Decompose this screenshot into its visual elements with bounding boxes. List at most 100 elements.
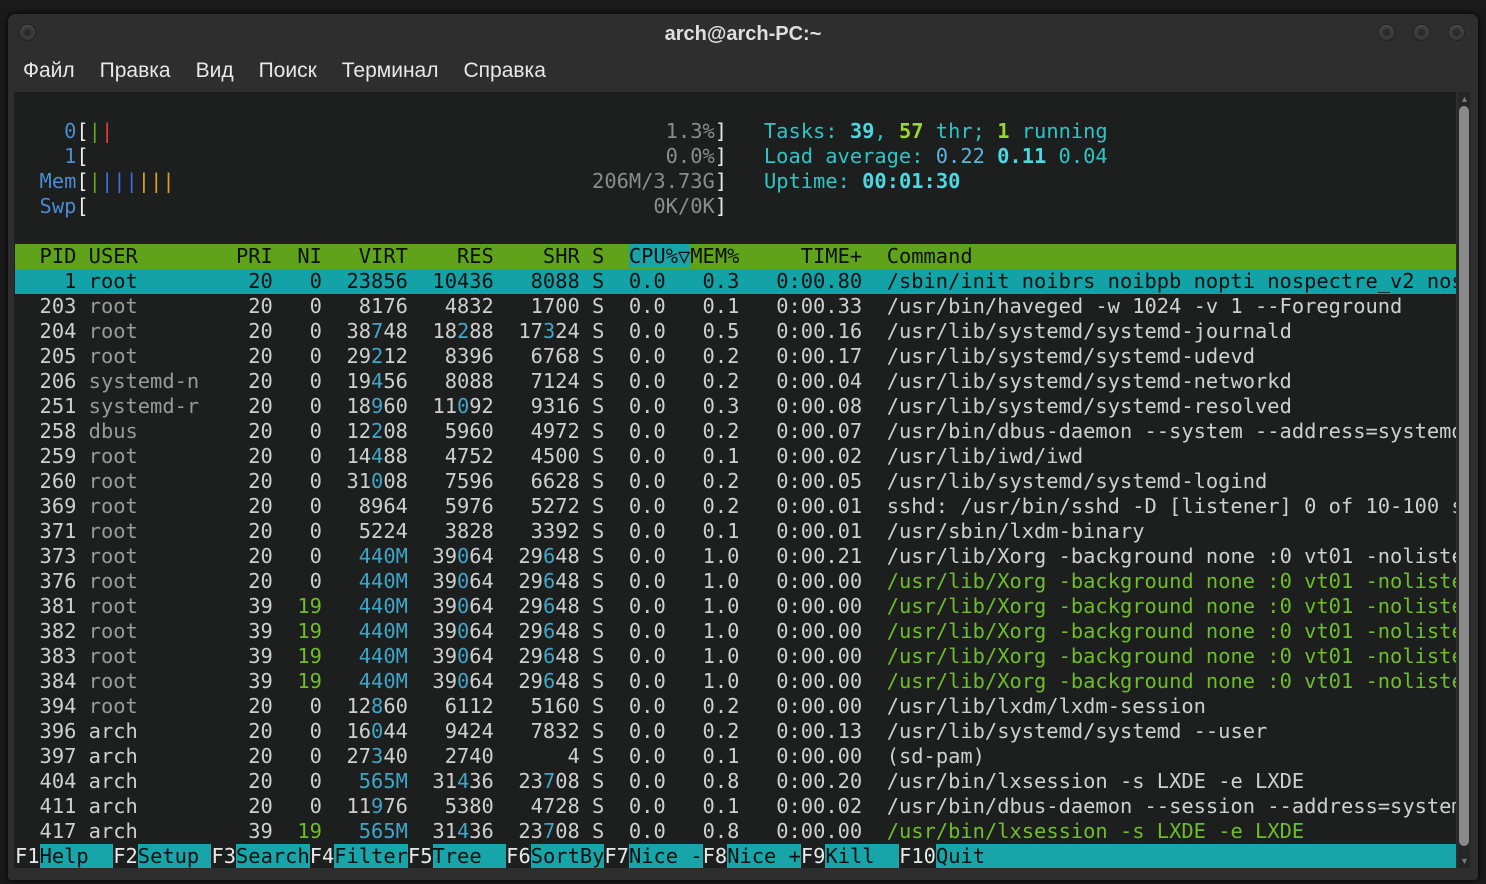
ni-cell: 19 — [272, 819, 322, 843]
user-cell: root — [88, 319, 212, 343]
fkey-f4-label[interactable]: Filter — [334, 844, 408, 868]
res-cell-lo: 64 — [469, 644, 494, 668]
virt-cell-hi: 9 — [371, 794, 384, 818]
command-cell: /usr/lib/Xorg -background none :0 vt01 -… — [886, 544, 1456, 568]
column-header-cpu-pct: CPU%▽ — [628, 244, 691, 268]
menu-edit[interactable]: Правка — [85, 58, 181, 88]
fkey-f3-label[interactable]: Search — [236, 844, 310, 868]
state-cell: S — [579, 319, 605, 343]
table-row[interactable]: 383 root 39 19 440M 39064 29648 S 0.0 1.… — [15, 644, 1456, 669]
menu-view[interactable]: Вид — [181, 58, 244, 88]
table-row[interactable]: 397 arch 20 0 27340 2740 4 S 0.0 0.1 0:0… — [15, 744, 1456, 769]
table-row[interactable]: 369 root 20 0 8964 5976 5272 S 0.0 0.2 0… — [15, 494, 1456, 519]
pid-cell: 396 — [15, 719, 89, 743]
pri-cell: 20 — [211, 469, 273, 493]
running-label: running — [1009, 119, 1108, 143]
mem-cell: 0.1 — [665, 744, 740, 768]
fkey-f9-label[interactable]: Kill — [825, 844, 900, 868]
pid-cell: 206 — [15, 369, 89, 393]
virt-cell-lo: 60 — [383, 394, 408, 418]
table-row[interactable]: 260 root 20 0 31008 7596 6628 S 0.0 0.2 … — [15, 469, 1456, 494]
ni-cell: 0 — [272, 469, 322, 493]
time-cell: 0:00.16 — [739, 319, 863, 343]
menu-search[interactable]: Поиск — [244, 58, 327, 88]
title-bar[interactable]: arch@arch-PC:~ — [8, 14, 1478, 54]
table-row[interactable]: 205 root 20 0 29212 8396 6768 S 0.0 0.2 … — [15, 344, 1456, 369]
table-row[interactable]: 382 root 39 19 440M 39064 29648 S 0.0 1.… — [15, 619, 1456, 644]
close-icon[interactable] — [1449, 25, 1464, 40]
swp-meter-label: Swp — [15, 194, 77, 218]
term-space — [862, 819, 887, 843]
table-row[interactable]: 203 root 20 0 8176 4832 1700 S 0.0 0.1 0… — [15, 294, 1456, 319]
table-row[interactable]: 394 root 20 0 12860 6112 5160 S 0.0 0.2 … — [15, 694, 1456, 719]
table-row[interactable]: 258 dbus 20 0 12208 5960 4972 S 0.0 0.2 … — [15, 419, 1456, 444]
fkey-f2-label[interactable]: Setup — [137, 844, 212, 868]
sep — [985, 144, 997, 168]
fkey-f10-label[interactable]: Quit — [935, 844, 986, 868]
table-row[interactable]: 373 root 20 0 440M 39064 29648 S 0.0 1.0… — [15, 544, 1456, 569]
function-key-bar-fill — [985, 844, 1456, 868]
shr-cell: 7832 — [493, 719, 580, 743]
res-cell-lo: 64 — [469, 544, 494, 568]
scroll-down-icon[interactable]: ▼ — [1460, 856, 1469, 866]
table-row[interactable]: 376 root 20 0 440M 39064 29648 S 0.0 1.0… — [15, 569, 1456, 594]
virt-cell: 8964 — [321, 494, 408, 518]
maximize-icon[interactable] — [1414, 25, 1429, 40]
meter-bar: | — [100, 119, 114, 143]
menu-help[interactable]: Справка — [449, 58, 556, 88]
table-row[interactable]: 1 root 20 0 23856 10436 8088 S 0.0 0.3 0… — [15, 269, 1456, 294]
scroll-up-icon[interactable]: ▲ — [1460, 94, 1469, 104]
virt-cell-pad: 19 — [321, 369, 372, 393]
cpu-cell: 0.0 — [604, 294, 666, 318]
user-cell: arch — [88, 769, 212, 793]
shr-cell: 8088 — [493, 269, 580, 293]
column-header-ni: NI — [272, 244, 322, 268]
table-row[interactable]: 206 systemd-n 20 0 19456 8088 7124 S 0.0… — [15, 369, 1456, 394]
table-row[interactable]: 417 arch 39 19 565M 31436 23708 S 0.0 0.… — [15, 819, 1456, 844]
table-row[interactable]: 396 arch 20 0 16044 9424 7832 S 0.0 0.2 … — [15, 719, 1456, 744]
table-row[interactable]: 251 systemd-r 20 0 18960 11092 9316 S 0.… — [15, 394, 1456, 419]
time-cell: 0:00.17 — [739, 344, 863, 368]
res-cell-pad: 31 — [407, 769, 457, 793]
fkey-f7-label[interactable]: Nice - — [628, 844, 703, 868]
minimize-icon[interactable] — [1379, 25, 1394, 40]
pri-cell: 39 — [211, 644, 273, 668]
menu-terminal[interactable]: Терминал — [327, 58, 449, 88]
table-row[interactable]: 204 root 20 0 38748 18288 17324 S 0.0 0.… — [15, 319, 1456, 344]
command-cell: /usr/lib/systemd/systemd-journald — [886, 319, 1292, 343]
virt-cell-hi: 4 — [371, 369, 384, 393]
ni-cell: 19 — [272, 619, 322, 643]
cpu-cell: 0.0 — [604, 744, 666, 768]
fkey-f9: F9 — [800, 844, 826, 868]
fkey-f6-label[interactable]: SortBy — [530, 844, 605, 868]
table-row[interactable]: 404 arch 20 0 565M 31436 23708 S 0.0 0.8… — [15, 769, 1456, 794]
state-cell: S — [579, 769, 605, 793]
table-row[interactable]: 371 root 20 0 5224 3828 3392 S 0.0 0.1 0… — [15, 519, 1456, 544]
res-cell-hi: 0 — [456, 644, 470, 668]
fkey-f8-label[interactable]: Nice + — [727, 844, 801, 868]
res-cell: 10436 — [407, 269, 494, 293]
pri-cell: 39 — [211, 594, 273, 618]
scrollbar-thumb[interactable] — [1459, 106, 1469, 846]
table-row[interactable]: 259 root 20 0 14488 4752 4500 S 0.0 0.1 … — [15, 444, 1456, 469]
fkey-f8: F8 — [702, 844, 728, 868]
shr-cell-pad: 29 — [493, 569, 543, 593]
fkey-f1-label[interactable]: Help — [39, 844, 114, 868]
table-row[interactable]: 411 arch 20 0 11976 5380 4728 S 0.0 0.1 … — [15, 794, 1456, 819]
mem-meter: Mem[||||||| 206M/3.73G] Uptime: 00:01:30 — [15, 169, 1456, 194]
virt-cell-lo: 08 — [383, 469, 408, 493]
scrollbar[interactable]: ▲ ▼ — [1458, 92, 1470, 868]
terminal-screen[interactable]: 0[|| 1.3%] Tasks: 39, 57 thr; 1 running … — [14, 92, 1456, 868]
shr-cell-lo: 48 — [555, 644, 580, 668]
table-row[interactable]: 381 root 39 19 440M 39064 29648 S 0.0 1.… — [15, 594, 1456, 619]
shr-cell-hi: 6 — [542, 619, 556, 643]
table-row[interactable]: 384 root 39 19 440M 39064 29648 S 0.0 1.… — [15, 669, 1456, 694]
pid-cell: 384 — [15, 669, 89, 693]
fkey-f5-label[interactable]: Tree — [432, 844, 507, 868]
mem-cell: 0.8 — [665, 769, 740, 793]
mem-cell: 0.3 — [665, 394, 740, 418]
bracket: [ — [76, 194, 89, 218]
menu-file[interactable]: Файл — [8, 58, 85, 88]
pri-cell: 20 — [211, 444, 273, 468]
